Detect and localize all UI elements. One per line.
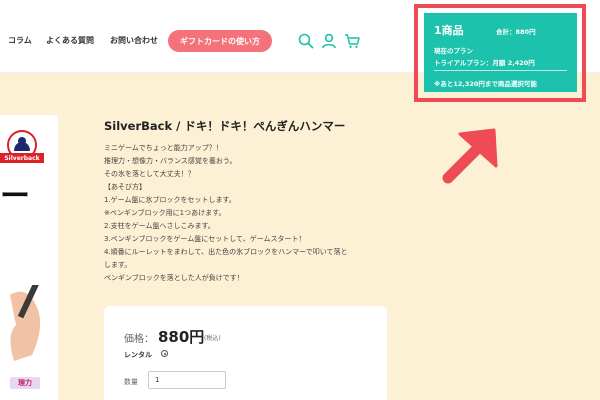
nav-link-contact[interactable]: お問い合わせ [110,35,158,46]
hand-illustration [10,285,41,361]
price-label: 価格： [124,334,154,345]
user-icon[interactable] [321,33,337,49]
product-box-lettering: ー [0,179,30,214]
nav-link-faq[interactable]: よくある質問 [46,35,94,46]
tax-included-label: (税込) [204,335,221,342]
description-line: ペンギンブロックを落とした人が負けです！ [104,274,244,282]
current-plan-label: 現在のプラン [434,47,473,55]
price-value: 880円 [158,328,205,346]
rental-option-label: レンタル [124,351,152,359]
product-description: ミニゲームでちょっと能力アップ？！ 推理力・想像力・バランス感覚を養おう。 その… [104,142,404,285]
description-line: ※ペンギンブロック用に1つあけます。 [104,209,226,217]
purchase-card: 価格： 880円 (税込) レンタル 数量 [104,306,387,400]
cart-total: 合計：880円 [496,28,536,36]
quantity-input[interactable] [148,371,226,389]
product-image[interactable]: Silverback ー 理力 [0,115,58,400]
current-plan-value: トライアルプラン：月額 2,420円 [434,59,535,67]
product-title: SilverBack / ドキ！ドキ！ぺんぎんハンマー [104,119,346,133]
feature-tag: 理力 [10,377,40,389]
gift-card-guide-button[interactable]: ギフトカードの使い方 [168,30,272,52]
description-line: します。 [104,261,132,269]
annotation-arrow-icon [442,128,498,184]
cart-divider [434,70,567,71]
remaining-budget-note: ※あと12,320円まで商品選択可能 [434,80,537,88]
brand-label: Silverback [0,153,44,163]
description-line: 推理力・想像力・バランス感覚を養おう。 [104,157,237,165]
description-line: 【あそび方】 [104,183,146,191]
search-icon[interactable] [298,33,314,49]
nav-link-column[interactable]: コラム [8,35,32,46]
cart-item-count: 1商品 [434,24,464,37]
description-line: 2.支柱をゲーム盤へさしこみます。 [104,222,215,230]
rental-radio[interactable] [161,350,168,357]
silverback-logo-icon [7,130,37,160]
description-line: 3.ペンギンブロックをゲーム盤にセットして、ゲームスタート！ [104,235,306,243]
description-line: その氷を落として大丈夫！？ [104,170,195,178]
quantity-label: 数量 [124,378,138,386]
mini-cart-panel[interactable]: 1商品 合計：880円 現在のプラン トライアルプラン：月額 2,420円 ※あ… [424,13,577,92]
cart-icon[interactable] [344,33,360,49]
description-line: 4.順番にルーレットをまわして、出た色の氷ブロックをハンマーで叩いて落と [104,248,348,256]
description-line: ミニゲームでちょっと能力アップ？！ [104,144,223,152]
description-line: 1.ゲーム盤に氷ブロックをセットします。 [104,196,236,204]
